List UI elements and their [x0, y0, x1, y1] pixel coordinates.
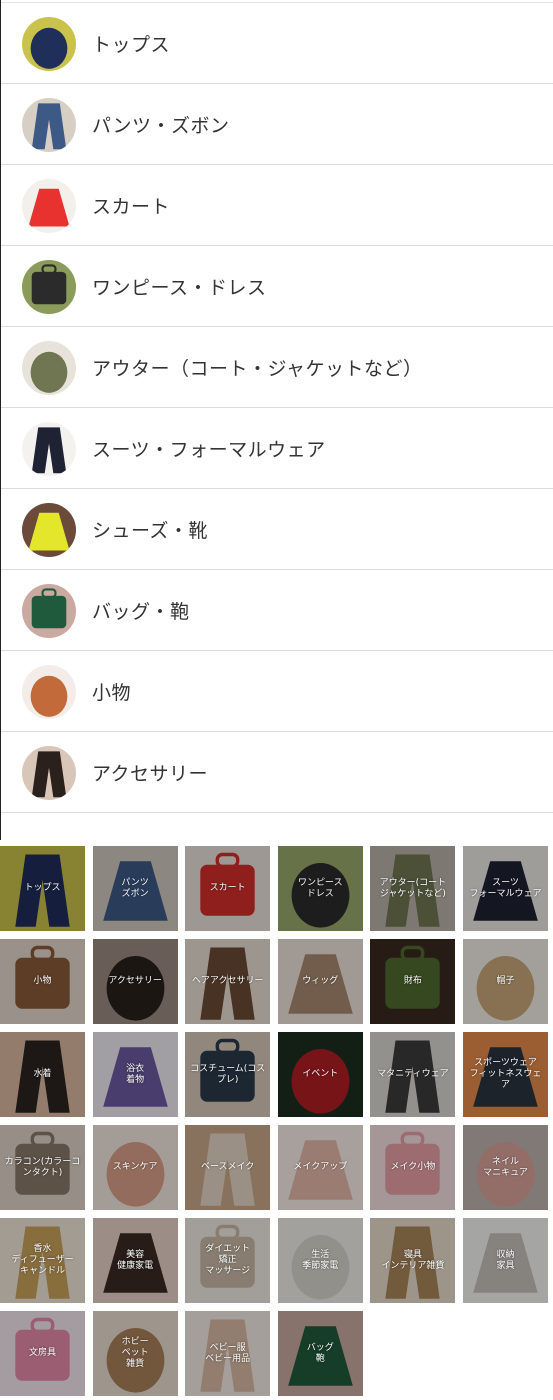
- tile-label: トップス: [24, 883, 61, 893]
- baby-tile[interactable]: ベビー服 ベビー用品: [185, 1311, 271, 1396]
- accessories-thumbnail-icon: [22, 664, 76, 719]
- category-row[interactable]: スーツ・フォーマルウェア: [1, 409, 553, 489]
- category-label: バッグ・鞄: [92, 601, 190, 623]
- nail-tile[interactable]: ネイル マニキュア: [463, 1125, 548, 1210]
- tile-label: 財布: [403, 976, 422, 986]
- category-label: パンツ・ズボン: [92, 115, 230, 137]
- tile-label: ベビー服 ベビー用品: [205, 1342, 251, 1364]
- diet-tile[interactable]: ダイエット 矯正 マッサージ: [185, 1218, 271, 1303]
- interior-tile[interactable]: 寝具 インテリア雑貨: [370, 1218, 456, 1303]
- skirt-tile[interactable]: スカート: [185, 846, 271, 931]
- tile-label: バッグ 鞄: [306, 1342, 334, 1364]
- pants-thumbnail-icon: [22, 97, 76, 152]
- tile-label: スキンケア: [112, 1162, 158, 1172]
- outer-tile[interactable]: アウター(コート ジャケットなど): [370, 846, 456, 931]
- tile-label: マタニティウェア: [377, 1069, 449, 1079]
- jewelry-thumbnail-icon: [22, 745, 76, 800]
- category-row[interactable]: アクセサリー: [1, 733, 553, 813]
- tile-label: スポーツウェア フィットネスウェ ア: [469, 1058, 542, 1090]
- tops-thumbnail-icon: [22, 16, 76, 71]
- category-label: 小物: [92, 682, 132, 704]
- pants-tile[interactable]: パンツ ズボン: [92, 846, 178, 931]
- makeup-tools-tile[interactable]: メイク小物: [370, 1125, 456, 1210]
- swimwear-tile[interactable]: 水着: [0, 1032, 85, 1117]
- tile-label: 水着: [33, 1069, 52, 1079]
- suit-thumbnail-icon: [22, 421, 76, 476]
- category-label: アクセサリー: [92, 763, 209, 785]
- maternity-tile[interactable]: マタニティウェア: [370, 1032, 456, 1117]
- category-row[interactable]: トップス: [1, 4, 553, 84]
- tops-tile[interactable]: トップス: [0, 846, 85, 931]
- category-label: スーツ・フォーマルウェア: [92, 439, 326, 461]
- stationery-tile[interactable]: 文房具: [0, 1311, 85, 1396]
- tile-label: メイク小物: [390, 1162, 436, 1172]
- tile-label: 小物: [33, 976, 52, 986]
- hobby-tile[interactable]: ホビー ペット 雑貨: [92, 1311, 178, 1396]
- tile-label: カラコン(カラーコ ンタクト): [4, 1156, 81, 1178]
- tile-label: ワンピース ドレス: [298, 877, 343, 899]
- category-row[interactable]: 小物: [1, 652, 553, 732]
- tile-label: ベースメイク: [201, 1162, 255, 1172]
- category-row[interactable]: スカート: [1, 166, 553, 246]
- tile-label: 帽子: [496, 976, 515, 986]
- tile-label: イベント: [302, 1069, 339, 1079]
- tile-label: ヘアアクセサリー: [191, 976, 264, 986]
- small-goods-tile[interactable]: 小物: [0, 939, 85, 1024]
- category-row[interactable]: パンツ・ズボン: [1, 85, 553, 165]
- hair-accessory-tile[interactable]: ヘアアクセサリー: [185, 939, 271, 1024]
- tile-label: アウター(コート ジャケットなど): [379, 877, 447, 899]
- tile-label: ウィッグ: [302, 976, 339, 986]
- bag-thumbnail-icon: [22, 583, 76, 638]
- category-label: アウター（コート・ジャケットなど）: [92, 358, 423, 380]
- outer-thumbnail-icon: [22, 340, 76, 395]
- tile-label: ダイエット 矯正 マッサージ: [205, 1244, 251, 1276]
- category-label: スカート: [92, 196, 171, 218]
- tile-label: 浴衣 着物: [126, 1063, 145, 1085]
- dress-tile[interactable]: ワンピース ドレス: [277, 846, 363, 931]
- base-makeup-tile[interactable]: ベースメイク: [185, 1125, 271, 1210]
- makeup-tile[interactable]: メイクアップ: [277, 1125, 363, 1210]
- category-label: ワンピース・ドレス: [92, 277, 267, 299]
- beauty-appliance-tile[interactable]: 美容 健康家電: [92, 1218, 178, 1303]
- category-row[interactable]: シューズ・靴: [1, 490, 553, 570]
- tile-label: アクセサリー: [108, 976, 162, 986]
- wallet-tile[interactable]: 財布: [370, 939, 456, 1024]
- tile-label: 文房具: [28, 1348, 56, 1358]
- tile-label: コスチューム(コス プレ): [190, 1063, 266, 1085]
- list-top-divider: [1, 2, 553, 3]
- bag-tile[interactable]: バッグ 鞄: [277, 1311, 363, 1396]
- tile-label: ネイル マニキュア: [483, 1156, 528, 1178]
- jewelry-tile[interactable]: アクセサリー: [92, 939, 178, 1024]
- home-appliance-tile[interactable]: 生活 季節家電: [277, 1218, 363, 1303]
- tile-label: 生活 季節家電: [302, 1249, 339, 1271]
- category-row[interactable]: バッグ・鞄: [1, 571, 553, 651]
- perfume-tile[interactable]: 香水 ディフューザー キャンドル: [0, 1218, 85, 1303]
- storage-tile[interactable]: 収納 家具: [463, 1218, 548, 1303]
- dress-thumbnail-icon: [22, 259, 76, 314]
- tile-label: 香水 ディフューザー キャンドル: [11, 1244, 74, 1276]
- tile-label: 収納 家具: [496, 1249, 515, 1271]
- skirt-thumbnail-icon: [22, 178, 76, 233]
- event-tile[interactable]: イベント: [277, 1032, 363, 1117]
- category-label: トップス: [92, 34, 171, 56]
- costume-tile[interactable]: コスチューム(コス プレ): [185, 1032, 271, 1117]
- tile-label: スーツ フォーマルウェア: [469, 877, 542, 899]
- skincare-tile[interactable]: スキンケア: [92, 1125, 178, 1210]
- category-row[interactable]: アウター（コート・ジャケットなど）: [1, 328, 553, 408]
- wig-tile[interactable]: ウィッグ: [277, 939, 363, 1024]
- color-contact-tile[interactable]: カラコン(カラーコ ンタクト): [0, 1125, 85, 1210]
- sportswear-tile[interactable]: スポーツウェア フィットネスウェ ア: [463, 1032, 548, 1117]
- tile-label: ホビー ペット 雑貨: [121, 1337, 149, 1369]
- hat-tile[interactable]: 帽子: [463, 939, 548, 1024]
- category-row[interactable]: ワンピース・ドレス: [1, 247, 553, 327]
- tile-label: メイクアップ: [293, 1162, 348, 1172]
- tile-label: パンツ ズボン: [121, 877, 149, 899]
- yukata-tile[interactable]: 浴衣 着物: [92, 1032, 178, 1117]
- tile-label: 美容 健康家電: [117, 1249, 154, 1271]
- category-label: シューズ・靴: [92, 520, 209, 542]
- suit-tile[interactable]: スーツ フォーマルウェア: [463, 846, 548, 931]
- tile-label: スカート: [209, 883, 246, 893]
- tile-label: 寝具 インテリア雑貨: [381, 1249, 445, 1271]
- shoes-thumbnail-icon: [22, 502, 76, 557]
